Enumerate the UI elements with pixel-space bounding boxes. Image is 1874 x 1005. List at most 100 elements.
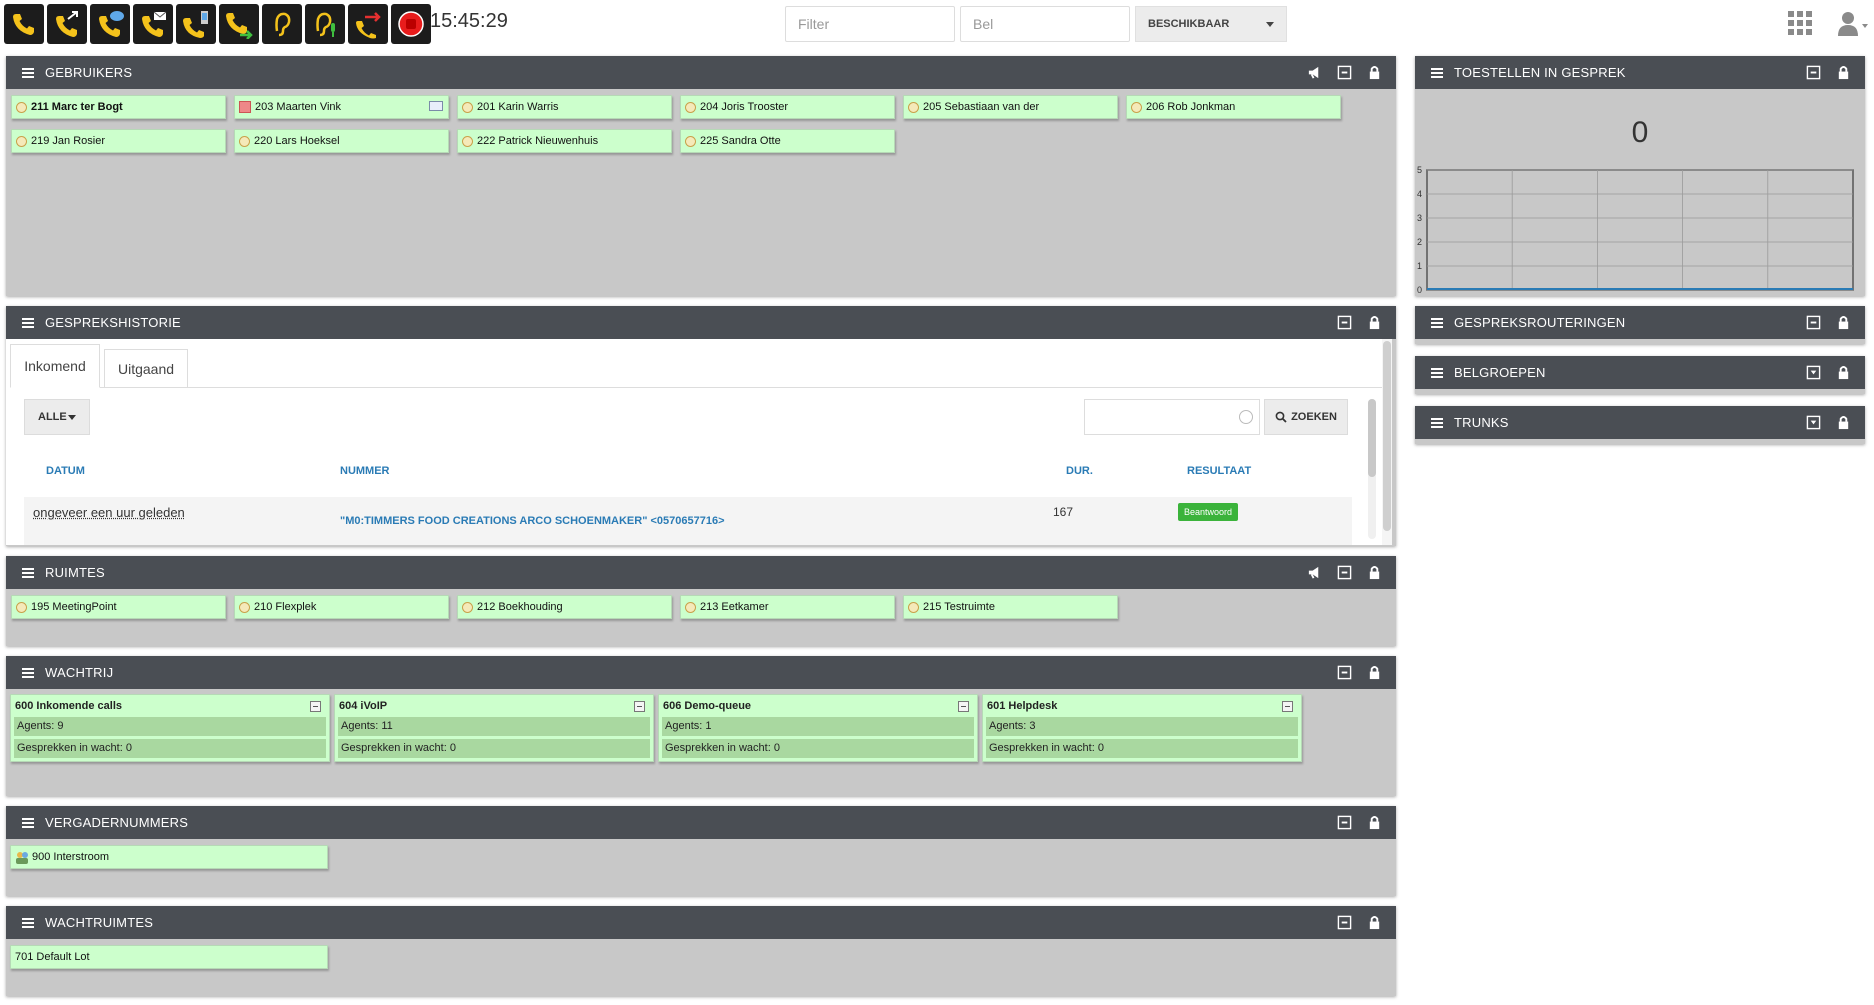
room-chip[interactable]: 195 MeetingPoint xyxy=(11,595,226,619)
queue-card[interactable]: 600 Inkomende calls Agents: 9 Gesprekken… xyxy=(10,694,330,762)
column-header-datum[interactable]: DATUM xyxy=(46,465,85,477)
user-chip[interactable]: 222 Patrick Nieuwenhuis xyxy=(457,129,672,153)
menu-icon[interactable] xyxy=(1431,317,1443,328)
user-menu[interactable] xyxy=(1836,10,1870,38)
hangup-icon[interactable] xyxy=(348,4,388,44)
lock-icon[interactable] xyxy=(1836,65,1851,80)
user-chip[interactable]: 206 Rob Jonkman xyxy=(1126,95,1341,119)
record-icon[interactable] xyxy=(391,4,431,44)
user-chip[interactable]: 220 Lars Hoeksel xyxy=(234,129,449,153)
queue-card[interactable]: 604 iVoIP Agents: 11 Gesprekken in wacht… xyxy=(334,694,654,762)
minimize-icon[interactable] xyxy=(1337,665,1352,680)
lock-icon[interactable] xyxy=(1367,915,1382,930)
column-header-nummer[interactable]: NUMMER xyxy=(340,465,390,477)
user-chip[interactable]: 211 Marc ter Bogt xyxy=(11,95,226,119)
whisper-icon[interactable] xyxy=(305,4,345,44)
parking-panel: WACHTRUIMTES 701 Default Lot xyxy=(6,906,1396,996)
collapse-icon[interactable] xyxy=(310,701,321,712)
user-label: 201 Karin Warris xyxy=(477,101,559,113)
scrollbar[interactable] xyxy=(1382,339,1392,545)
room-chip[interactable]: 215 Testruimte xyxy=(903,595,1118,619)
column-header-resultaat[interactable]: RESULTAAT xyxy=(1187,465,1251,477)
chevron-down-icon xyxy=(68,415,76,420)
parking-chip[interactable]: 701 Default Lot xyxy=(10,945,328,969)
minimize-icon[interactable] xyxy=(1337,65,1352,80)
lock-icon[interactable] xyxy=(1367,65,1382,80)
queue-card[interactable]: 606 Demo-queue Agents: 1 Gesprekken in w… xyxy=(658,694,978,762)
menu-icon[interactable] xyxy=(1431,67,1443,78)
user-chip[interactable]: 225 Sandra Otte xyxy=(680,129,895,153)
collapse-icon[interactable] xyxy=(1282,701,1293,712)
megaphone-icon[interactable] xyxy=(1307,565,1322,580)
room-chip[interactable]: 212 Boekhouding xyxy=(457,595,672,619)
chart-tick-label: 1 xyxy=(1417,261,1422,271)
menu-icon[interactable] xyxy=(22,317,34,328)
megaphone-icon[interactable] xyxy=(1307,65,1322,80)
minimize-icon[interactable] xyxy=(1337,315,1352,330)
user-chip[interactable]: 203 Maarten Vink xyxy=(234,95,449,119)
call-mobile-icon[interactable] xyxy=(176,4,216,44)
row-number-link[interactable]: "M0:TIMMERS FOOD CREATIONS ARCO SCHOENMA… xyxy=(340,515,725,527)
menu-icon[interactable] xyxy=(22,67,34,78)
menu-icon[interactable] xyxy=(22,667,34,678)
menu-icon[interactable] xyxy=(22,817,34,828)
queue-card[interactable]: 601 Helpdesk Agents: 3 Gesprekken in wac… xyxy=(982,694,1302,762)
minimize-icon[interactable] xyxy=(1337,915,1352,930)
inner-scrollbar[interactable] xyxy=(1368,399,1376,539)
call-transfer-icon[interactable] xyxy=(219,4,259,44)
room-label: 210 Flexplek xyxy=(254,601,317,613)
menu-icon[interactable] xyxy=(22,567,34,578)
filter-dropdown[interactable]: ALLE xyxy=(24,399,90,435)
minimize-icon[interactable] xyxy=(1337,565,1352,580)
room-chip[interactable]: 213 Eetkamer xyxy=(680,595,895,619)
phone-icon[interactable] xyxy=(4,4,44,44)
lock-icon[interactable] xyxy=(1836,365,1851,380)
collapse-icon[interactable] xyxy=(958,701,969,712)
lock-icon[interactable] xyxy=(1367,565,1382,580)
room-label: 195 MeetingPoint xyxy=(31,601,117,613)
call-input[interactable]: Bel xyxy=(960,6,1130,42)
lock-icon[interactable] xyxy=(1367,815,1382,830)
row-duration: 167 xyxy=(1053,505,1074,519)
apps-grid-icon[interactable] xyxy=(1788,11,1812,35)
clear-icon[interactable] xyxy=(1239,410,1253,424)
filter-input[interactable]: Filter xyxy=(785,6,955,42)
tab-inkomend[interactable]: Inkomend xyxy=(10,344,100,388)
column-header-duur[interactable]: DUR. xyxy=(1066,465,1093,477)
collapse-icon[interactable] xyxy=(634,701,645,712)
panel-title: RUIMTES xyxy=(45,565,105,580)
minimize-icon[interactable] xyxy=(1337,815,1352,830)
lock-icon[interactable] xyxy=(1836,315,1851,330)
panel-title: WACHTRIJ xyxy=(45,665,114,680)
mail-icon xyxy=(429,101,443,111)
menu-icon[interactable] xyxy=(22,917,34,928)
status-available-icon xyxy=(16,601,27,613)
room-chip[interactable]: 210 Flexplek xyxy=(234,595,449,619)
tab-uitgaand[interactable]: Uitgaand xyxy=(104,349,188,388)
ringgroups-panel-header: BELGROEPEN xyxy=(1415,356,1865,389)
history-body: Inkomend Uitgaand ALLE ZOEKEN DATUM NUMM… xyxy=(6,339,1392,545)
lock-icon[interactable] xyxy=(1836,415,1851,430)
conference-chip[interactable]: 900 Interstroom xyxy=(10,845,328,869)
call-forward-icon[interactable] xyxy=(47,4,87,44)
user-chip[interactable]: 219 Jan Rosier xyxy=(11,129,226,153)
menu-icon[interactable] xyxy=(1431,417,1443,428)
user-chip[interactable]: 204 Joris Trooster xyxy=(680,95,895,119)
user-chip[interactable]: 201 Karin Warris xyxy=(457,95,672,119)
expand-icon[interactable] xyxy=(1806,415,1821,430)
history-search-input[interactable] xyxy=(1084,399,1260,435)
user-chip[interactable]: 205 Sebastiaan van der xyxy=(903,95,1118,119)
minimize-icon[interactable] xyxy=(1806,65,1821,80)
listen-icon[interactable] xyxy=(262,4,302,44)
lock-icon[interactable] xyxy=(1367,315,1382,330)
rooms-panel-header: RUIMTES xyxy=(6,556,1396,589)
expand-icon[interactable] xyxy=(1806,365,1821,380)
status-select[interactable]: BESCHIKBAAR xyxy=(1135,6,1287,42)
call-mail-icon[interactable] xyxy=(133,4,173,44)
search-button[interactable]: ZOEKEN xyxy=(1264,399,1348,435)
lock-icon[interactable] xyxy=(1367,665,1382,680)
menu-icon[interactable] xyxy=(1431,367,1443,378)
minimize-icon[interactable] xyxy=(1806,315,1821,330)
call-message-icon[interactable] xyxy=(90,4,130,44)
conference-label: 900 Interstroom xyxy=(32,851,110,863)
